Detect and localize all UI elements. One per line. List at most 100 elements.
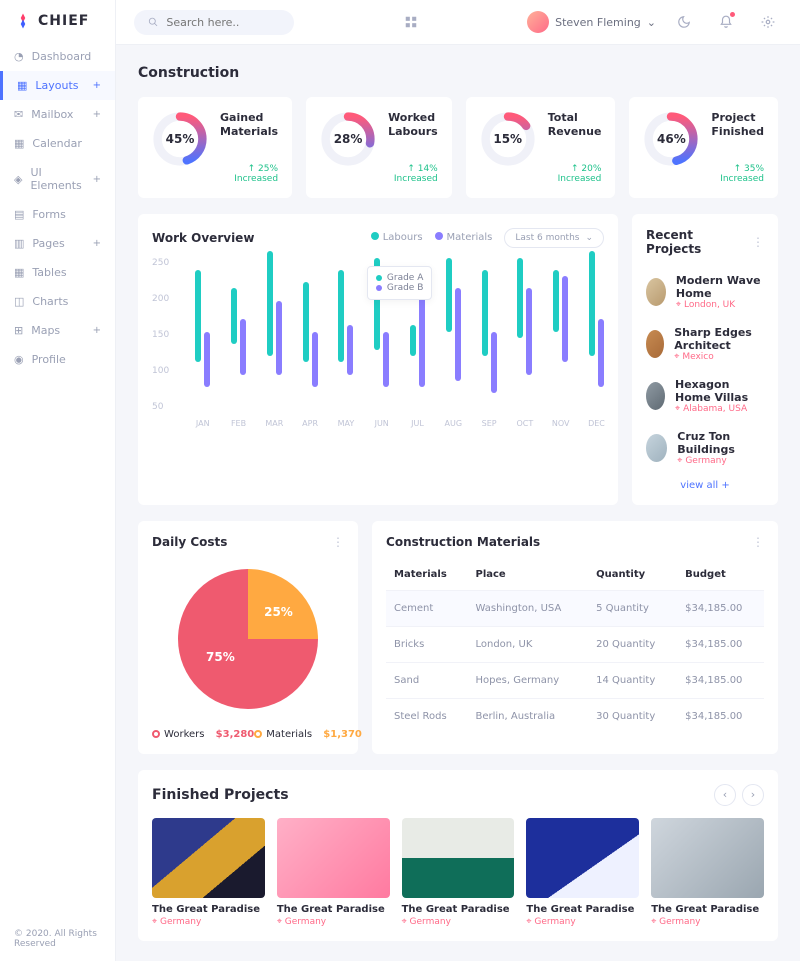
project-thumb (646, 278, 666, 306)
nav-label: Mailbox (31, 108, 73, 121)
sidebar-item-calendar[interactable]: ▦Calendar (0, 129, 115, 158)
bar-column: MAY (338, 270, 353, 412)
project-location: ⌖ Germany (526, 917, 639, 927)
pin-icon: ⌖ (675, 404, 680, 414)
gear-icon (761, 15, 775, 29)
pin-icon: ⌖ (152, 917, 157, 927)
more-icon[interactable]: ⋮ (752, 535, 764, 549)
recent-title: Recent Projects (646, 228, 752, 256)
finished-project[interactable]: The Great Paradise⌖ Germany (402, 818, 515, 927)
project-name: Modern Wave Home (676, 274, 764, 300)
nav-icon: ◔ (14, 50, 24, 63)
avatar (527, 11, 549, 33)
chart-tooltip: Grade A Grade B (367, 266, 432, 300)
kpi-card: 46%Project Finished↑ 35% Increased (629, 97, 778, 198)
progress-ring: 28% (320, 111, 376, 167)
pin-icon: ⌖ (402, 917, 407, 927)
nav-label: Pages (32, 237, 64, 250)
recent-project-item[interactable]: Cruz Ton Buildings⌖Germany (646, 422, 764, 474)
finished-project[interactable]: The Great Paradise⌖ Germany (152, 818, 265, 927)
project-thumb (646, 330, 664, 358)
bar-column: SEP (482, 270, 497, 412)
recent-project-item[interactable]: Sharp Edges Architect⌖Mexico (646, 318, 764, 370)
finished-project[interactable]: The Great Paradise⌖ Germany (651, 818, 764, 927)
legend-materials: Materials $1,370 (254, 729, 362, 740)
next-button[interactable]: › (742, 784, 764, 806)
nav-icon: ⊞ (14, 324, 23, 337)
nav-label: Calendar (32, 137, 81, 150)
theme-toggle[interactable] (670, 8, 698, 36)
apps-icon[interactable] (404, 15, 418, 29)
project-location: ⌖Alabama, USA (675, 404, 764, 414)
pin-icon: ⌖ (676, 300, 681, 310)
notifications-button[interactable] (712, 8, 740, 36)
bar-column: OCT (517, 258, 532, 412)
recent-project-item[interactable]: Hexagon Home Villas⌖Alabama, USA (646, 370, 764, 422)
expand-icon: + (93, 238, 101, 249)
more-icon[interactable]: ⋮ (332, 535, 344, 549)
sidebar-item-mailbox[interactable]: ✉ Mailbox + (0, 100, 115, 129)
settings-button[interactable] (754, 8, 782, 36)
sidebar-item-charts[interactable]: ◫ Charts (0, 287, 115, 316)
bar-column: MAR (267, 251, 282, 411)
chevron-down-icon: ⌄ (647, 16, 656, 29)
bar-column: DEC (589, 251, 604, 411)
nav-icon: ◉ (14, 353, 24, 366)
user-menu[interactable]: Steven Fleming ⌄ (527, 11, 656, 33)
prev-button[interactable]: ‹ (714, 784, 736, 806)
sidebar-item-forms[interactable]: ▤Forms (0, 200, 115, 229)
nav-label: Maps (31, 324, 60, 337)
project-image (651, 818, 764, 898)
finished-project[interactable]: The Great Paradise⌖ Germany (277, 818, 390, 927)
table-row[interactable]: CementWashington, USA5 Quantity$34,185.0… (386, 590, 764, 626)
sidebar-item-layouts[interactable]: ▦Layouts+ (0, 71, 115, 100)
pin-icon: ⌖ (277, 917, 282, 927)
nav-label: Profile (32, 353, 66, 366)
sidebar-item-ui-elements[interactable]: ◈UI Elements+ (0, 158, 115, 200)
pie-label-75: 75% (206, 650, 235, 664)
search-box[interactable] (134, 10, 294, 35)
table-header: Place (467, 559, 588, 591)
recent-project-item[interactable]: Modern Wave Home⌖London, UK (646, 266, 764, 318)
kpi-delta: ↑ 35% Increased (711, 164, 764, 184)
expand-icon: + (93, 109, 101, 120)
period-select[interactable]: Last 6 months⌄ (504, 228, 604, 248)
nav-icon: ✉ (14, 108, 23, 121)
sidebar-item-pages[interactable]: ▥Pages+ (0, 229, 115, 258)
nav-icon: ▦ (14, 266, 24, 279)
materials-table: MaterialsPlaceQuantityBudget CementWashi… (386, 559, 764, 734)
daily-title: Daily Costs (152, 535, 227, 549)
sidebar-item-maps[interactable]: ⊞Maps+ (0, 316, 115, 345)
pie-label-25: 25% (264, 605, 293, 619)
view-all-link[interactable]: view all + (646, 480, 764, 491)
project-location: ⌖ Germany (152, 917, 265, 927)
pin-icon: ⌖ (677, 456, 682, 466)
chevron-down-icon: ⌄ (585, 233, 593, 243)
kpi-card: 45%Gained Materials↑ 25% Increased (138, 97, 292, 198)
project-image (277, 818, 390, 898)
project-image (526, 818, 639, 898)
nav-label: Layouts (35, 79, 78, 92)
logo-icon (14, 12, 32, 30)
kpi-delta: ↑ 20% Increased (548, 164, 602, 184)
table-row[interactable]: BricksLondon, UK20 Quantity$34,185.00 (386, 626, 764, 662)
table-row[interactable]: Steel RodsBerlin, Australia30 Quantity$3… (386, 698, 764, 734)
sidebar-item-profile[interactable]: ◉ Profile (0, 345, 115, 374)
kpi-card: 28%Worked Labours↑ 14% Increased (306, 97, 452, 198)
brand-logo[interactable]: CHIEF (0, 0, 115, 42)
bar-column: JAN (195, 270, 210, 412)
project-location: ⌖Germany (677, 456, 764, 466)
progress-ring: 45% (152, 111, 208, 167)
sidebar-item-tables[interactable]: ▦Tables (0, 258, 115, 287)
search-input[interactable] (166, 16, 280, 29)
project-location: ⌖ Germany (651, 917, 764, 927)
legend-materials[interactable]: Materials (435, 232, 493, 243)
table-row[interactable]: SandHopes, Germany14 Quantity$34,185.00 (386, 662, 764, 698)
more-icon[interactable]: ⋮ (752, 235, 764, 249)
project-name: The Great Paradise (277, 904, 390, 915)
finished-project[interactable]: The Great Paradise⌖ Germany (526, 818, 639, 927)
legend-labours[interactable]: Labours (371, 232, 423, 243)
sidebar-item-dashboard[interactable]: ◔Dashboard (0, 42, 115, 71)
nav-icon: ◫ (14, 295, 24, 308)
nav-label: Charts (32, 295, 68, 308)
